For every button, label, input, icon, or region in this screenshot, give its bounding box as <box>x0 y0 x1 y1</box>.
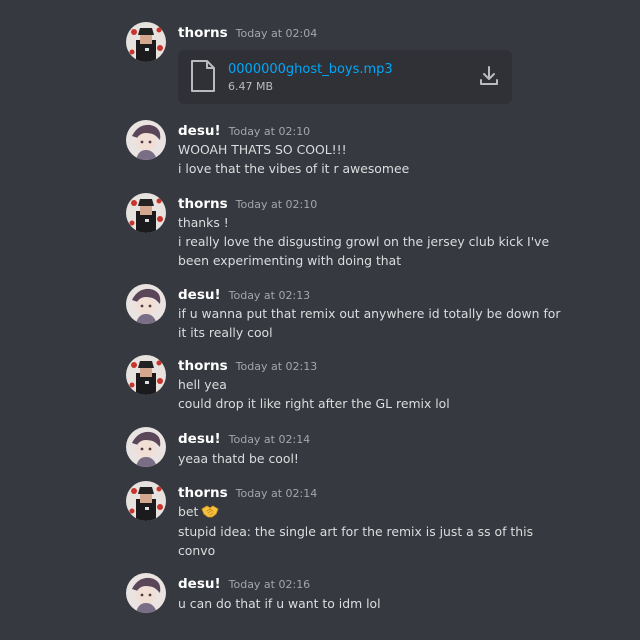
avatar-desu[interactable] <box>126 427 166 467</box>
avatar-thorns[interactable] <box>126 193 166 233</box>
message-header: thorns Today at 02:14 <box>178 484 317 503</box>
message-text: it its really cool <box>178 325 273 340</box>
username[interactable]: desu! <box>178 123 221 139</box>
avatar-desu-image <box>126 284 166 324</box>
handshake-emoji-icon <box>201 505 219 518</box>
timestamp: Today at 02:16 <box>228 578 311 591</box>
message-header: desu! Today at 02:10 <box>178 122 310 141</box>
message-text: could drop it like right after the GL re… <box>178 396 450 411</box>
message-text: bet <box>178 504 199 519</box>
avatar-desu[interactable] <box>126 573 166 613</box>
message-text: convo <box>178 543 216 558</box>
timestamp: Today at 02:04 <box>235 27 318 40</box>
username[interactable]: thorns <box>178 25 228 41</box>
message-text: i really love the disgusting growl on th… <box>178 234 550 249</box>
username[interactable]: desu! <box>178 287 221 303</box>
avatar-thorns-image <box>126 22 166 62</box>
timestamp: Today at 02:10 <box>235 198 318 211</box>
avatar-desu-image <box>126 427 166 467</box>
avatar-thorns-image <box>126 355 166 395</box>
avatar-desu-image <box>126 573 166 613</box>
avatar-thorns[interactable] <box>126 22 166 62</box>
message-text: if u wanna put that remix out anywhere i… <box>178 306 561 321</box>
username[interactable]: thorns <box>178 485 228 501</box>
message-text: WOOAH THATS SO COOL!!! <box>178 142 347 157</box>
timestamp: Today at 02:13 <box>228 289 311 302</box>
message-text-line: bet <box>178 502 518 521</box>
username[interactable]: thorns <box>178 196 228 212</box>
message-header: desu! Today at 02:13 <box>178 286 310 305</box>
attachment-file-size: 6.47 MB <box>228 80 274 93</box>
message-header: desu! Today at 02:14 <box>178 430 310 449</box>
avatar-thorns-image <box>126 193 166 233</box>
message-text: hell yea <box>178 377 227 392</box>
message-text: u can do that if u want to idm lol <box>178 596 381 611</box>
download-icon[interactable] <box>478 65 500 87</box>
message-text: thanks ! <box>178 215 229 230</box>
timestamp: Today at 02:14 <box>228 433 311 446</box>
file-attachment[interactable]: 0000000ghost_boys.mp3 6.47 MB <box>178 50 512 104</box>
message-text: stupid idea: the single art for the remi… <box>178 524 534 539</box>
avatar-desu-image <box>126 120 166 160</box>
message-header: thorns Today at 02:04 <box>178 24 317 43</box>
message-header: desu! Today at 02:16 <box>178 575 310 594</box>
username[interactable]: thorns <box>178 358 228 374</box>
avatar-thorns-image <box>126 481 166 521</box>
attachment-file-name[interactable]: 0000000ghost_boys.mp3 <box>228 62 393 77</box>
message-text: been experimenting with doing that <box>178 253 402 268</box>
message-header: thorns Today at 02:13 <box>178 357 317 376</box>
username[interactable]: desu! <box>178 431 221 447</box>
message-text: yeaa thatd be cool! <box>178 451 299 466</box>
avatar-thorns[interactable] <box>126 355 166 395</box>
avatar-thorns[interactable] <box>126 481 166 521</box>
avatar-desu[interactable] <box>126 284 166 324</box>
message-text: i love that the vibes of it r awesomee <box>178 161 410 176</box>
avatar-desu[interactable] <box>126 120 166 160</box>
timestamp: Today at 02:10 <box>228 125 311 138</box>
timestamp: Today at 02:13 <box>235 360 318 373</box>
username[interactable]: desu! <box>178 576 221 592</box>
message-header: thorns Today at 02:10 <box>178 195 317 214</box>
timestamp: Today at 02:14 <box>235 487 318 500</box>
file-icon <box>191 60 215 92</box>
